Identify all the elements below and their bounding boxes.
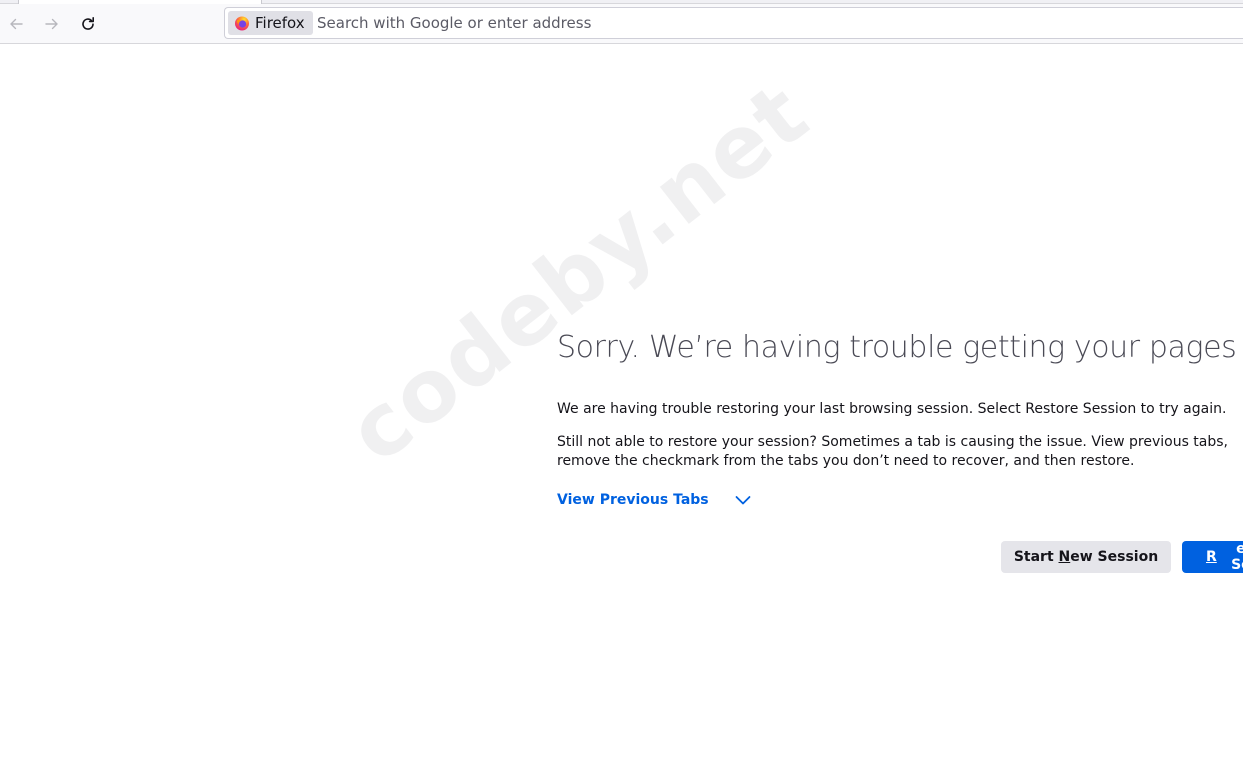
reload-icon xyxy=(82,17,94,30)
arrow-left-icon xyxy=(10,18,23,30)
help-text: Still not able to restore your session? … xyxy=(557,434,1229,469)
firefox-logo-icon xyxy=(235,16,249,31)
view-previous-tabs-label: View Previous Tabs xyxy=(557,492,709,508)
identity-label: Firefox xyxy=(255,14,305,32)
error-message: We are having trouble restoring your las… xyxy=(557,401,1227,417)
url-input[interactable] xyxy=(317,11,1217,35)
restore-session-label: estore Session xyxy=(1231,541,1243,573)
nav-toolbar: Firefox xyxy=(0,0,1243,44)
back-button[interactable] xyxy=(2,10,30,38)
tab-strip xyxy=(0,0,1243,4)
restore-session-accesskey: R xyxy=(1206,549,1217,565)
view-previous-tabs-toggle[interactable]: View Previous Tabs xyxy=(557,492,751,508)
watermark: codeby.net xyxy=(330,63,828,483)
start-new-session-button[interactable]: Start New Session xyxy=(1001,541,1171,573)
session-restore-page: codeby.net Sorry. We’re having trouble g… xyxy=(0,44,1243,780)
start-new-session-label-end: ew Session xyxy=(1070,549,1159,565)
identity-box[interactable]: Firefox xyxy=(228,11,313,35)
start-new-session-label-start: Start xyxy=(1013,549,1059,565)
restore-session-button[interactable]: Restore Session xyxy=(1182,541,1243,573)
url-bar[interactable]: Firefox xyxy=(224,7,1243,39)
chevron-down-icon xyxy=(735,496,751,505)
page-title: Sorry. We’re having trouble getting your… xyxy=(557,330,1243,365)
forward-button[interactable] xyxy=(38,10,66,38)
reload-button[interactable] xyxy=(74,10,102,38)
active-tab[interactable] xyxy=(18,0,262,4)
start-new-session-accesskey: N xyxy=(1058,549,1071,565)
arrow-right-icon xyxy=(45,18,58,30)
